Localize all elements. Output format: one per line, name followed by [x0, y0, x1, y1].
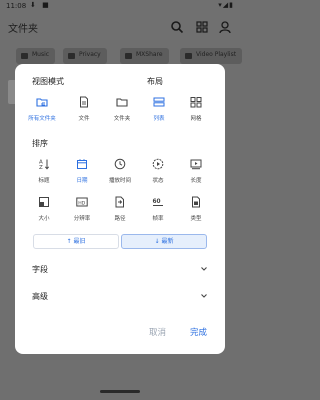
calendar-icon: [77, 159, 87, 169]
path-icon: [115, 196, 124, 208]
layout-grid[interactable]: 网格: [182, 92, 210, 128]
app-bar: 文件夹: [0, 14, 240, 40]
chevron-down-icon: [201, 267, 207, 271]
clock-icon: [114, 158, 126, 170]
chip-mxshare[interactable]: MXShare: [120, 48, 169, 64]
sort-label: 类型: [190, 216, 202, 222]
status-right-icons: ▾◢▮: [218, 1, 234, 9]
cancel-button[interactable]: 取消: [149, 326, 166, 338]
sort-length-option[interactable]: 长度: [182, 154, 210, 190]
file-type-icon: [192, 196, 200, 208]
list-view-icon: [153, 97, 165, 107]
chip-music[interactable]: Music: [16, 48, 56, 64]
status-icons: ⬇ ■: [30, 1, 51, 9]
sort-framerate-option[interactable]: 60 帧率: [144, 192, 172, 228]
sort-title: 排序: [32, 139, 48, 148]
status-bar: 11:08 ⬇ ■ ▾◢▮: [0, 0, 240, 14]
advanced-label: 高级: [32, 292, 48, 301]
sort-oldest-label: 最旧: [73, 238, 86, 245]
file-icon: [80, 96, 88, 108]
sort-size-option[interactable]: 大小: [30, 192, 58, 228]
svg-text:HD: HD: [78, 200, 85, 206]
sort-label: 帧率: [152, 216, 164, 222]
status-time: 11:08: [6, 2, 27, 10]
advanced-section[interactable]: 高级: [15, 284, 225, 308]
view-mode-label: 所有文件夹: [28, 116, 56, 122]
sort-resolution-option[interactable]: HD 分辨率: [68, 192, 96, 228]
video-length-icon: [190, 159, 202, 170]
chip-privacy[interactable]: Privacy: [63, 48, 107, 64]
svg-text:Z: Z: [39, 165, 43, 170]
sort-playtime-option[interactable]: 播放时间: [106, 154, 134, 190]
sort-path-option[interactable]: 路径: [106, 192, 134, 228]
view-mode-folders[interactable]: 文件夹: [108, 92, 136, 128]
sort-title-option[interactable]: AZ 标题: [30, 154, 58, 190]
fps-icon: 60: [153, 199, 163, 206]
sort-label: 分辨率: [73, 216, 91, 222]
layout-list[interactable]: 列表: [145, 92, 173, 128]
sort-date-option[interactable]: 日期: [68, 154, 96, 190]
view-mode-label: 文件夹: [113, 116, 131, 122]
folder-icon: [116, 98, 128, 107]
layout-icon[interactable]: [195, 20, 209, 34]
view-options-dialog: 视图模式 布局 所有文件夹 文件 文件夹 列表 网格 排序 AZ 标题 日期 播…: [15, 64, 225, 354]
sort-label: 路径: [114, 216, 126, 222]
view-mode-label: 文件: [78, 116, 90, 122]
sort-label: 标题: [38, 178, 50, 184]
sort-label: 日期: [76, 178, 88, 184]
sort-type-option[interactable]: 类型: [182, 192, 210, 228]
sort-status-option[interactable]: 状态: [144, 154, 172, 190]
folder-tree-icon: [36, 98, 48, 107]
layout-label: 列表: [153, 116, 165, 122]
fields-section[interactable]: 字段: [15, 257, 225, 281]
app-title: 文件夹: [8, 24, 38, 35]
gesture-nav-bar[interactable]: [100, 390, 140, 393]
view-mode-all-folders[interactable]: 所有文件夹: [28, 92, 56, 128]
sort-newest-label: 最新: [161, 238, 174, 245]
search-icon[interactable]: [170, 20, 184, 34]
sort-label: 播放时间: [108, 178, 131, 184]
view-mode-files[interactable]: 文件: [70, 92, 98, 128]
sort-az-icon: AZ: [39, 159, 50, 170]
user-settings-icon[interactable]: [219, 20, 233, 34]
play-status-icon: [152, 158, 164, 170]
chip-video-playlist[interactable]: Video Playlist: [180, 48, 243, 64]
sort-label: 大小: [38, 216, 50, 222]
layout-title: 布局: [147, 77, 163, 86]
view-mode-title: 视图模式: [32, 77, 64, 86]
sort-label: 长度: [190, 178, 202, 184]
sort-label: 状态: [152, 178, 164, 184]
svg-text:60: 60: [153, 199, 161, 205]
fields-label: 字段: [32, 265, 48, 274]
sort-newest-button[interactable]: ↓ 最新: [121, 234, 207, 249]
layout-label: 网格: [190, 116, 202, 122]
size-icon: [39, 197, 49, 207]
done-button[interactable]: 完成: [190, 326, 207, 338]
hd-icon: HD: [76, 197, 88, 207]
sort-oldest-button[interactable]: ↑ 最旧: [33, 234, 119, 249]
chevron-down-icon: [201, 294, 207, 298]
grid-view-icon: [190, 97, 202, 108]
